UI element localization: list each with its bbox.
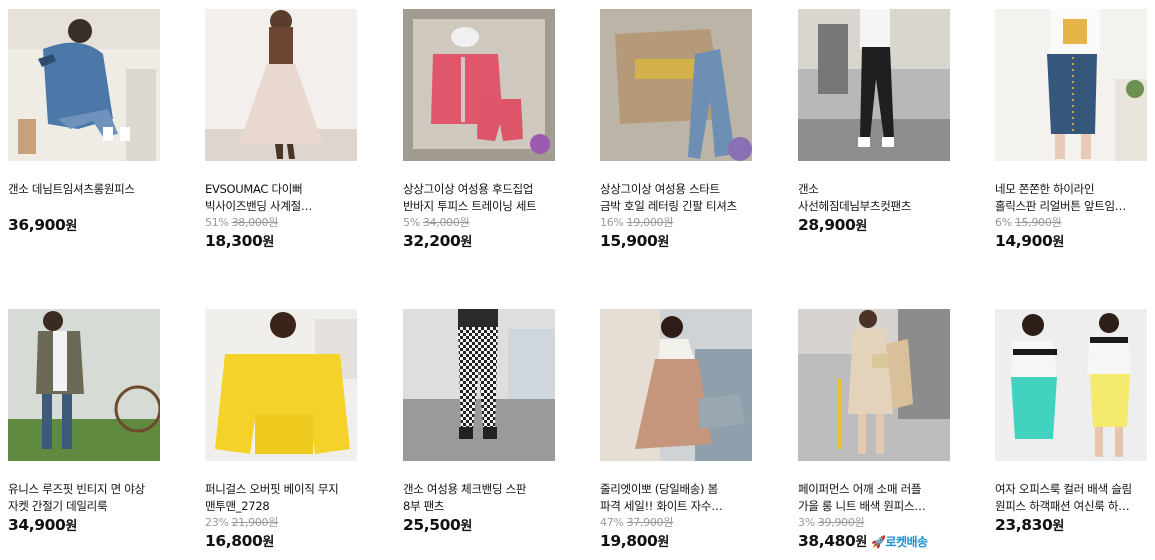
original-price: 6% 15,900원 [995,216,1062,229]
product-card[interactable]: 갠소 데님트임셔츠롱원피스 36,900원 [8,9,168,237]
product-image[interactable] [205,9,357,161]
product-name[interactable]: 페이퍼먼스 어깨 소매 러플 가을 롱 니트 배색 원피스… [798,481,948,515]
product-image[interactable] [995,309,1147,461]
original-price: 16% 19,000원 [600,216,674,229]
product-image[interactable] [8,309,160,461]
product-price: 19,800원 [600,532,669,550]
product-card[interactable]: 페이퍼먼스 어깨 소매 러플 가을 롱 니트 배색 원피스… 3% 39,900원… [798,309,958,553]
product-name[interactable]: 갠소 데님트임셔츠롱원피스 [8,181,158,215]
product-card[interactable]: EVSOUMAC 다이뻐 빅사이즈밴딩 사계절… 51% 38,000원 18,3… [205,9,365,253]
product-price: 32,200원 [403,232,472,250]
product-image[interactable] [600,9,752,161]
product-image[interactable] [205,309,357,461]
product-grid: 갠소 데님트임셔츠롱원피스 36,900원 EVSOUMAC 다이뻐 빅사이즈밴… [0,0,1155,560]
product-name[interactable]: 퍼니걸스 오버핏 베이직 무지 맨투맨_2728 [205,481,355,515]
product-price: 16,800원 [205,532,274,550]
product-card[interactable]: 갠소 여성용 체크밴딩 스판 8부 팬츠 25,500원 [403,309,563,537]
product-price: 15,900원 [600,232,669,250]
original-price: 3% 39,900원 [798,516,865,529]
product-name[interactable]: EVSOUMAC 다이뻐 빅사이즈밴딩 사계절… [205,181,355,215]
product-image[interactable] [798,9,950,161]
product-name[interactable]: 네모 쫀쫀한 하이라인 홀릭스판 리얼버튼 앞트임… [995,181,1145,215]
product-card[interactable]: 줄리엣이뽀 (당일배송) 봄 파격 세일!! 화이트 자수… 47% 37,900… [600,309,760,553]
product-name[interactable]: 줄리엣이뽀 (당일배송) 봄 파격 세일!! 화이트 자수… [600,481,750,515]
product-image[interactable] [600,309,752,461]
original-price: 47% 37,900원 [600,516,674,529]
product-name[interactable]: 상상그이상 여성용 후드집업 반바지 투피스 트레이닝 세트 [403,181,553,215]
original-price: 5% 34,000원 [403,216,470,229]
product-price: 34,900원 [8,516,77,534]
product-price: 28,900원 [798,216,867,234]
product-price: 14,900원 [995,232,1064,250]
product-price: 38,480원 🚀로켓배송 [798,532,928,550]
product-card[interactable]: 여자 오피스룩 컬러 배색 슬림 원피스 하객패션 여신룩 하… 23,830원 [995,309,1155,537]
product-card[interactable]: 퍼니걸스 오버핏 베이직 무지 맨투맨_2728 23% 21,900원 16,8… [205,309,365,553]
product-card[interactable]: 상상그이상 여성용 후드집업 반바지 투피스 트레이닝 세트 5% 34,000원… [403,9,563,253]
product-image[interactable] [403,9,555,161]
product-card[interactable]: 상상그이상 여성용 스타트 금박 호일 레터링 긴팔 티셔츠 16% 19,000… [600,9,760,253]
product-image[interactable] [8,9,160,161]
product-card[interactable]: 갠소 사선헤짐데님부츠컷팬츠 28,900원 [798,9,958,237]
original-price: 23% 21,900원 [205,516,279,529]
product-name[interactable]: 상상그이상 여성용 스타트 금박 호일 레터링 긴팔 티셔츠 [600,181,750,215]
product-price: 36,900원 [8,216,77,234]
product-price: 23,830원 [995,516,1064,534]
product-card[interactable]: 네모 쫀쫀한 하이라인 홀릭스판 리얼버튼 앞트임… 6% 15,900원 14,… [995,9,1155,253]
product-image[interactable] [403,309,555,461]
product-name[interactable]: 갠소 사선헤짐데님부츠컷팬츠 [798,181,948,215]
original-price: 51% 38,000원 [205,216,279,229]
product-image[interactable] [995,9,1147,161]
product-price: 18,300원 [205,232,274,250]
product-name[interactable]: 갠소 여성용 체크밴딩 스판 8부 팬츠 [403,481,553,515]
product-name[interactable]: 여자 오피스룩 컬러 배색 슬림 원피스 하객패션 여신룩 하… [995,481,1145,515]
product-card[interactable]: 유니스 루즈핏 빈티지 면 야상 자켓 간절기 데일리룩 34,900원 [8,309,168,537]
product-price: 25,500원 [403,516,472,534]
product-name[interactable]: 유니스 루즈핏 빈티지 면 야상 자켓 간절기 데일리룩 [8,481,158,515]
rocket-delivery-badge: 🚀로켓배송 [870,535,928,549]
product-image[interactable] [798,309,950,461]
rocket-icon: 🚀 [870,535,886,549]
